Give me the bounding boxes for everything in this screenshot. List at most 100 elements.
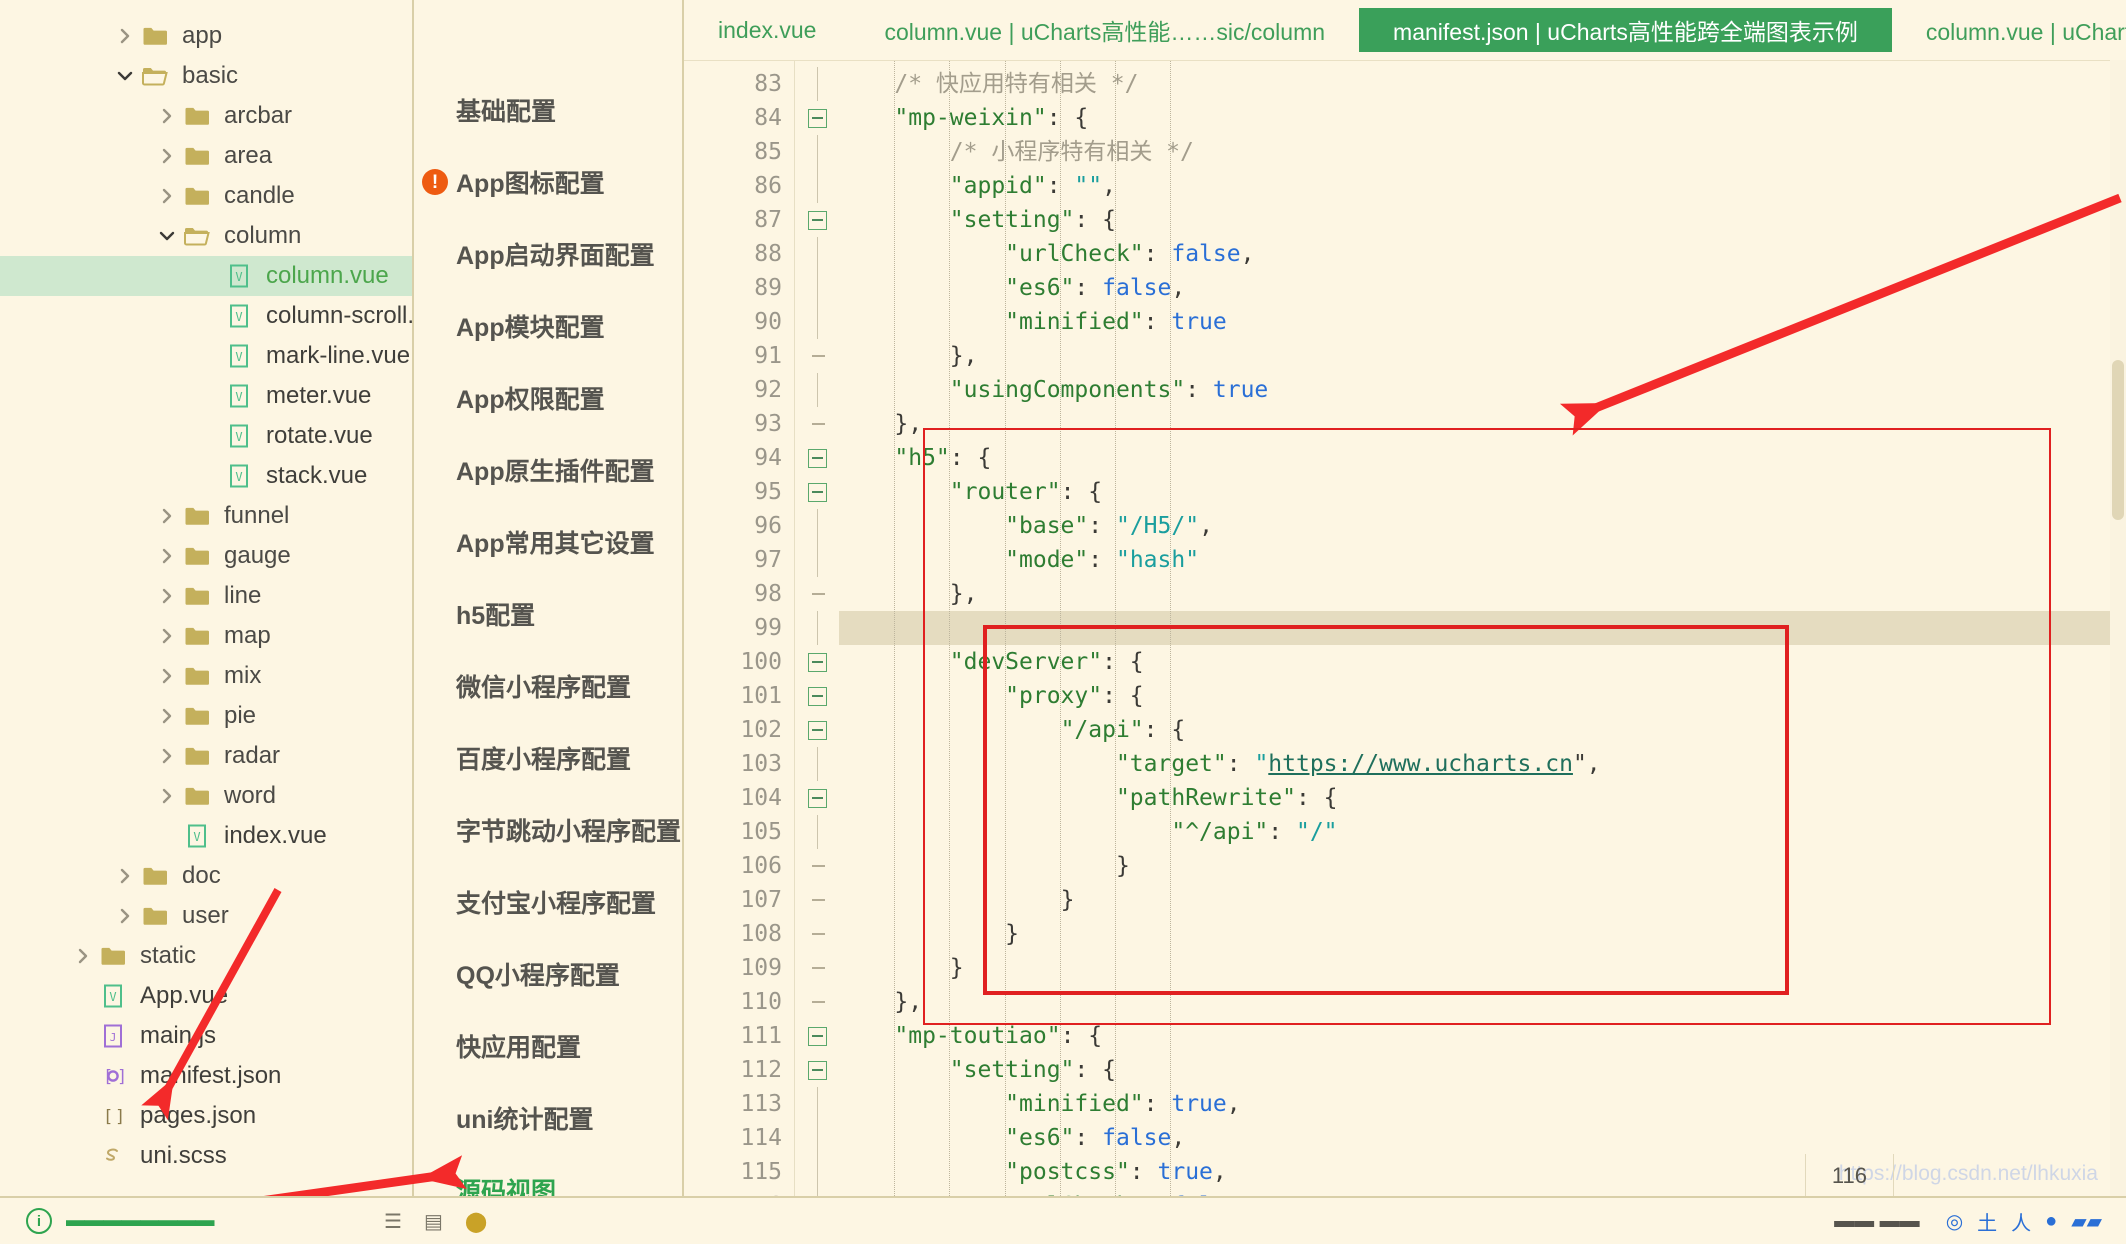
code-line[interactable]: "es6": false, xyxy=(839,271,2126,305)
code-line[interactable]: } xyxy=(839,951,2126,985)
terminal-icon[interactable]: ▤ xyxy=(424,1209,443,1234)
tree-item-stack-vue[interactable]: Vstack.vue xyxy=(0,456,412,496)
tree-item-manifest-json[interactable]: [] manifest.json xyxy=(0,1056,412,1096)
tree-item-map[interactable]: map xyxy=(0,616,412,656)
confignav-item-14[interactable]: uni统计配置 xyxy=(414,1082,682,1154)
chevron-right-icon[interactable] xyxy=(154,106,180,126)
fold-collapse-icon[interactable] xyxy=(795,679,839,713)
tree-item-arcbar[interactable]: arcbar xyxy=(0,96,412,136)
tree-item-user[interactable]: user xyxy=(0,896,412,936)
confignav-item-8[interactable]: 微信小程序配置 xyxy=(414,650,682,722)
code-fold-column[interactable] xyxy=(795,61,839,1244)
chevron-right-icon[interactable] xyxy=(154,786,180,806)
confignav-item-1[interactable]: ! App图标配置 xyxy=(414,146,682,218)
tree-item-column-scroll-vue[interactable]: Vcolumn-scroll.vue xyxy=(0,296,412,336)
chevron-right-icon[interactable] xyxy=(112,866,138,886)
tree-item-word[interactable]: word xyxy=(0,776,412,816)
confignav-item-6[interactable]: App常用其它设置 xyxy=(414,506,682,578)
code-line[interactable]: "h5": { xyxy=(839,441,2126,475)
tree-item-static[interactable]: static xyxy=(0,936,412,976)
chevron-right-icon[interactable] xyxy=(154,506,180,526)
chevron-right-icon[interactable] xyxy=(154,706,180,726)
file-tree[interactable]: app basic arcbar area candle column Vcolumn.vu… xyxy=(0,0,412,1176)
tree-item-mark-line-vue[interactable]: Vmark-line.vue xyxy=(0,336,412,376)
editor-tab-bar[interactable]: index.vue column.vue | uCharts高性能……sic/co… xyxy=(684,0,2126,61)
editor-tab-3[interactable]: column.vue | uCharts高性能……sic/colum xyxy=(1892,0,2126,60)
confignav-item-0[interactable]: 基础配置 xyxy=(414,74,682,146)
confignav-item-5[interactable]: App原生插件配置 xyxy=(414,434,682,506)
status-icon-group[interactable]: ◎ 土 人 ● ▰▰ xyxy=(1946,1207,2102,1236)
code-line[interactable]: "^/api": "/" xyxy=(839,815,2126,849)
code-line[interactable]: "usingComponents": true xyxy=(839,373,2126,407)
tree-item-radar[interactable]: radar xyxy=(0,736,412,776)
tree-item-gauge[interactable]: gauge xyxy=(0,536,412,576)
tree-item-rotate-vue[interactable]: Vrotate.vue xyxy=(0,416,412,456)
tree-item-doc[interactable]: doc xyxy=(0,856,412,896)
code-line[interactable]: "minified": true xyxy=(839,305,2126,339)
code-line[interactable]: "setting": { xyxy=(839,203,2126,237)
editor-tab-1[interactable]: column.vue | uCharts高性能……sic/column xyxy=(850,0,1359,60)
code-line[interactable]: "appid": "", xyxy=(839,169,2126,203)
person-icon[interactable]: 人 xyxy=(2011,1207,2031,1236)
confignav-item-9[interactable]: 百度小程序配置 xyxy=(414,722,682,794)
code-line[interactable]: } xyxy=(839,849,2126,883)
chevron-right-icon[interactable] xyxy=(154,546,180,566)
help-circle-icon[interactable]: ◎ xyxy=(1946,1209,1963,1234)
fold-collapse-icon[interactable] xyxy=(795,1019,839,1053)
confignav-item-3[interactable]: App模块配置 xyxy=(414,290,682,362)
confignav-item-7[interactable]: h5配置 xyxy=(414,578,682,650)
vertical-scrollbar[interactable] xyxy=(2110,60,2126,1244)
manifest-config-nav[interactable]: 基础配置! App图标配置 App启动界面配置 App模块配置 App权限配置 App原生… xyxy=(414,0,684,1244)
code-line[interactable]: "devServer": { xyxy=(839,645,2126,679)
code-line[interactable]: "base": "/H5/", xyxy=(839,509,2126,543)
code-line[interactable]: /* 小程序特有相关 */ xyxy=(839,135,2126,169)
code-line[interactable]: "/api": { xyxy=(839,713,2126,747)
fold-collapse-icon[interactable] xyxy=(795,645,839,679)
tree-item-index-vue[interactable]: Vindex.vue xyxy=(0,816,412,856)
editor-tab-0[interactable]: index.vue xyxy=(684,0,850,60)
fold-collapse-icon[interactable] xyxy=(795,781,839,815)
code-line[interactable]: "target": "https://www.ucharts.cn", xyxy=(839,747,2126,781)
scrollbar-thumb[interactable] xyxy=(2112,360,2124,520)
tree-item-column-vue[interactable]: Vcolumn.vue xyxy=(0,256,412,296)
tree-item-pie[interactable]: pie xyxy=(0,696,412,736)
confignav-item-4[interactable]: App权限配置 xyxy=(414,362,682,434)
fold-collapse-icon[interactable] xyxy=(795,441,839,475)
confignav-item-12[interactable]: QQ小程序配置 xyxy=(414,938,682,1010)
code-line[interactable]: "mp-weixin": { xyxy=(839,101,2126,135)
grid-icon[interactable]: ▰▰ xyxy=(2071,1209,2102,1234)
fold-collapse-icon[interactable] xyxy=(795,713,839,747)
code-line[interactable]: }, xyxy=(839,577,2126,611)
account-icon[interactable]: ● xyxy=(2045,1210,2057,1233)
fold-collapse-icon[interactable] xyxy=(795,203,839,237)
code-line[interactable]: } xyxy=(839,917,2126,951)
chevron-right-icon[interactable] xyxy=(112,26,138,46)
tree-item-candle[interactable]: candle xyxy=(0,176,412,216)
chevron-down-icon[interactable] xyxy=(112,66,138,86)
code-line[interactable]: "es6": false, xyxy=(839,1121,2126,1155)
tree-item-uni-scss[interactable]: uni.scss xyxy=(0,1136,412,1176)
code-line[interactable]: }, xyxy=(839,985,2126,1019)
code-line[interactable]: }, xyxy=(839,407,2126,441)
tree-item-main-js[interactable]: Jmain.js xyxy=(0,1016,412,1056)
code-area[interactable]: 83 84 85 86 87 88 89 90 91 92 93 94 95 96 97 98 99 100 101… xyxy=(684,61,2126,1244)
code-line[interactable]: "router": { xyxy=(839,475,2126,509)
tree-item-funnel[interactable]: funnel xyxy=(0,496,412,536)
tree-item-area[interactable]: area xyxy=(0,136,412,176)
code-line[interactable]: "mode": "hash" xyxy=(839,543,2126,577)
fold-collapse-icon[interactable] xyxy=(795,101,839,135)
fold-collapse-icon[interactable] xyxy=(795,1053,839,1087)
chevron-right-icon[interactable] xyxy=(112,906,138,926)
tree-item-mix[interactable]: mix xyxy=(0,656,412,696)
code-line[interactable]: "minified": true, xyxy=(839,1087,2126,1121)
code-line[interactable]: /* 快应用特有相关 */ xyxy=(839,67,2126,101)
code-line[interactable] xyxy=(839,611,2126,645)
chevron-right-icon[interactable] xyxy=(70,946,96,966)
code-content[interactable]: /* 快应用特有相关 */ "mp-weixin": { /* 小程序特有相关 … xyxy=(839,61,2126,1244)
upload-icon[interactable]: 土 xyxy=(1977,1207,1997,1236)
list-icon[interactable]: ☰ xyxy=(384,1209,402,1234)
confignav-item-13[interactable]: 快应用配置 xyxy=(414,1010,682,1082)
chevron-down-icon[interactable] xyxy=(154,226,180,246)
tree-item-column[interactable]: column xyxy=(0,216,412,256)
code-line[interactable]: "mp-toutiao": { xyxy=(839,1019,2126,1053)
